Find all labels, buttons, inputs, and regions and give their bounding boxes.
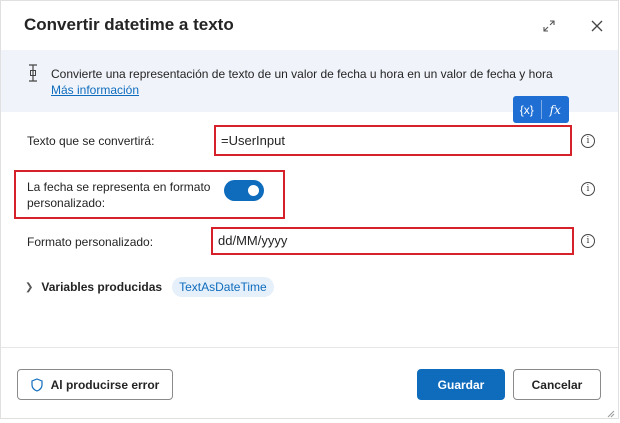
- save-button[interactable]: Guardar: [417, 369, 505, 400]
- custom-format-toggle-label-line1: La fecha se representa en formato: [27, 180, 211, 194]
- info-description: Convierte una representación de texto de…: [51, 67, 553, 81]
- more-info-link[interactable]: Más información: [51, 83, 139, 97]
- dialog-title: Convertir datetime a texto: [24, 15, 234, 34]
- text-to-convert-label: Texto que se convertirá:: [27, 134, 155, 148]
- info-icon[interactable]: i: [581, 234, 595, 248]
- custom-format-input[interactable]: dd/MM/yyyy: [214, 230, 571, 252]
- variable-buttons: {x} fx: [513, 96, 569, 123]
- insert-variable-button[interactable]: {x}: [513, 96, 541, 123]
- close-icon[interactable]: [586, 15, 608, 37]
- on-error-button[interactable]: Al producirse error: [17, 369, 173, 400]
- info-icon[interactable]: i: [581, 134, 595, 148]
- variables-produced-row: ❯ Variables producidas TextAsDateTime: [25, 277, 274, 297]
- custom-format-toggle[interactable]: [224, 180, 264, 201]
- variable-chip[interactable]: TextAsDateTime: [172, 277, 274, 297]
- shield-icon: [31, 377, 43, 392]
- custom-format-value: dd/MM/yyyy: [218, 233, 288, 248]
- expand-icon[interactable]: [538, 15, 560, 37]
- variables-produced-label[interactable]: Variables producidas: [41, 280, 162, 294]
- footer-divider: [1, 347, 618, 348]
- custom-format-label: Formato personalizado:: [27, 235, 154, 249]
- info-icon[interactable]: i: [581, 182, 595, 196]
- insert-function-button[interactable]: fx: [542, 96, 570, 123]
- custom-format-toggle-label-line2: personalizado:: [27, 196, 106, 210]
- cancel-button[interactable]: Cancelar: [513, 369, 601, 400]
- convert-datetime-dialog: Convertir datetime a texto Convierte una…: [0, 0, 619, 419]
- toggle-knob: [248, 185, 259, 196]
- on-error-label: Al producirse error: [50, 377, 160, 392]
- text-to-convert-input[interactable]: =UserInput: [217, 128, 569, 153]
- resize-grip-icon[interactable]: [605, 405, 615, 423]
- text-cursor-icon: [27, 64, 39, 87]
- chevron-right-icon[interactable]: ❯: [25, 282, 33, 293]
- text-to-convert-value: =UserInput: [221, 133, 285, 148]
- function-icon: fx: [549, 102, 561, 117]
